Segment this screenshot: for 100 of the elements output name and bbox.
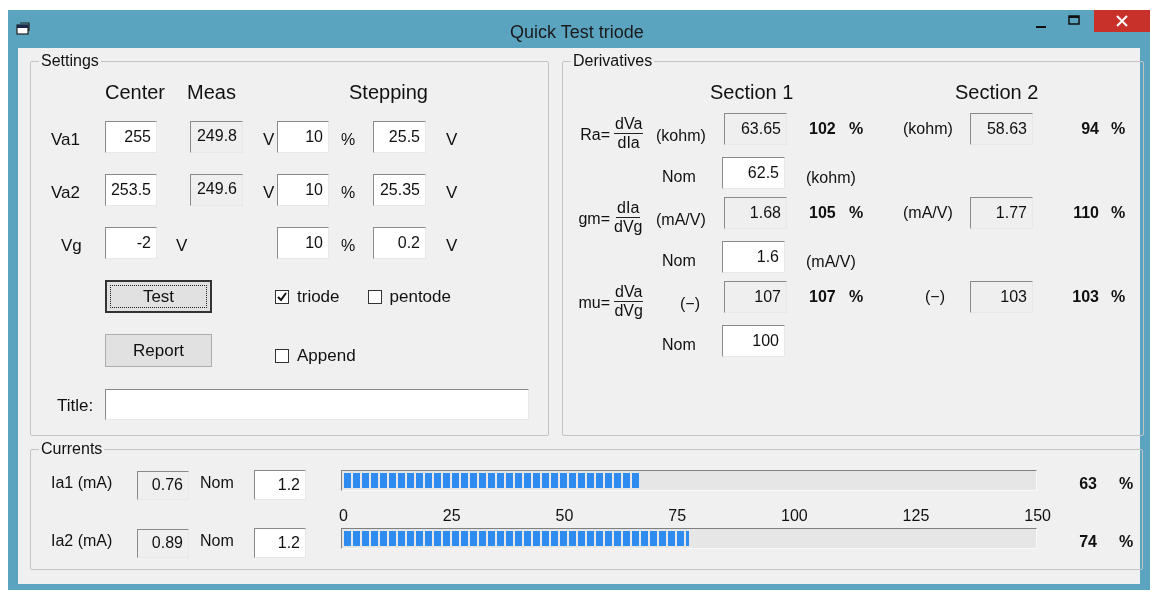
unit-label: V	[446, 182, 458, 205]
row-label: Va1	[51, 129, 80, 152]
percent-value: 105	[809, 203, 836, 223]
field-label: Title:	[57, 395, 94, 418]
unit-label: (kohm)	[806, 168, 856, 188]
unit-label: (−)	[925, 287, 945, 307]
input-field[interactable]: 25.35	[373, 174, 426, 206]
close-icon[interactable]	[1094, 10, 1150, 32]
checkbox-label[interactable]: pentode	[389, 283, 451, 310]
row-label: Ia1 (mA)	[51, 473, 113, 493]
readonly-field: 249.8	[190, 121, 243, 153]
fraction-denominator: dVg	[614, 301, 643, 320]
percent-sign: %	[849, 287, 864, 307]
fraction-denominator: dVg	[614, 217, 643, 236]
group-title: Derivatives	[572, 52, 654, 70]
column-header: Meas	[187, 80, 237, 104]
percent-sign: %	[1119, 532, 1134, 552]
row-label: Va2	[51, 182, 80, 205]
push-button[interactable]: Test	[105, 280, 212, 313]
window-title: Quick Test triode	[510, 21, 644, 44]
input-field[interactable]: 1.2	[254, 470, 306, 500]
app-icon	[16, 22, 30, 36]
input-field[interactable]: 1.6	[722, 241, 785, 273]
checkbox[interactable]	[367, 289, 382, 304]
fraction-numerator: dVa	[614, 114, 644, 134]
column-header: Stepping	[349, 80, 428, 104]
percent-value: 107	[809, 287, 836, 307]
scale-label: 75	[668, 506, 687, 526]
checkbox[interactable]	[275, 289, 289, 304]
unit-label: (mA/V)	[903, 203, 953, 223]
unit-label: (−)	[680, 294, 700, 314]
checkbox[interactable]	[275, 348, 289, 363]
push-button[interactable]: Report	[105, 334, 212, 368]
percent-value: 103	[1072, 287, 1099, 307]
percent-sign: %	[1111, 119, 1126, 139]
formula-label: gm=	[578, 209, 610, 229]
row-label: Ia2 (mA)	[51, 531, 113, 551]
formula-label: Ra=	[580, 125, 610, 145]
unit-label: %	[341, 236, 356, 256]
unit-label: (mA/V)	[806, 252, 856, 272]
input-field[interactable]: -2	[105, 227, 157, 259]
input-field[interactable]: 255	[105, 121, 157, 153]
readonly-field: 58.63	[970, 113, 1033, 145]
readonly-field: 0.76	[137, 470, 189, 500]
input-field[interactable]: 10	[277, 121, 329, 153]
field-label: Nom	[662, 167, 696, 187]
input-field[interactable]: 25.5	[373, 121, 426, 153]
checkbox-label[interactable]: Append	[297, 343, 356, 369]
readonly-field: 1.77	[970, 197, 1033, 229]
fraction-numerator: dVa	[614, 282, 644, 302]
input-field[interactable]: 100	[722, 325, 785, 357]
scale-label: 150	[1024, 506, 1051, 526]
section-header: Section 1	[710, 80, 795, 104]
percent-sign: %	[1111, 203, 1126, 223]
percent-sign: %	[849, 203, 864, 223]
input-field[interactable]: 10	[277, 174, 329, 206]
percent-value: 94	[1081, 119, 1099, 139]
unit-label: (mA/V)	[656, 210, 706, 230]
scale-label: 0	[339, 506, 348, 526]
fraction-numerator: dIa	[616, 198, 641, 218]
input-field[interactable]: 62.5	[722, 157, 785, 189]
unit-label: (kohm)	[656, 126, 706, 146]
percent-value: 102	[809, 119, 836, 139]
checkbox-label[interactable]: triode	[297, 283, 340, 310]
group-title: Currents	[40, 440, 104, 458]
scale-label: 50	[555, 506, 574, 526]
percent-sign: %	[1119, 474, 1134, 494]
input-field[interactable]: 253.5	[105, 174, 157, 206]
input-field[interactable]: 10	[277, 227, 329, 259]
scale-label: 100	[781, 506, 808, 526]
readonly-field: 63.65	[724, 113, 787, 145]
readonly-field: 107	[724, 281, 787, 313]
scale-label: 125	[902, 506, 930, 526]
unit-label: %	[341, 130, 356, 150]
percent-value: 63	[1079, 474, 1097, 494]
unit-label: V	[446, 235, 458, 258]
group-title: Settings	[40, 52, 100, 70]
unit-label: %	[341, 183, 356, 203]
field-label: Nom	[200, 531, 234, 551]
fraction-denominator: dIa	[617, 133, 640, 152]
percent-sign: %	[1111, 287, 1126, 307]
input-field[interactable]: 0.2	[373, 227, 426, 259]
input-field[interactable]: 1.2	[254, 528, 306, 558]
unit-label: V	[263, 182, 275, 205]
readonly-field: 103	[970, 281, 1033, 313]
readonly-field: 1.68	[724, 197, 787, 229]
maximize-icon[interactable]	[1068, 15, 1080, 25]
unit-label: V	[446, 129, 458, 152]
text-field[interactable]	[105, 388, 529, 420]
formula-label: mu=	[578, 293, 610, 313]
scale-label: 25	[442, 506, 461, 526]
field-label: Nom	[662, 335, 696, 355]
readonly-field: 0.89	[137, 528, 189, 558]
check-icon	[277, 291, 287, 302]
unit-label: V	[176, 235, 188, 258]
unit-label: (kohm)	[903, 119, 953, 139]
field-label: Nom	[200, 473, 234, 493]
readonly-field: 249.6	[190, 174, 243, 206]
field-label: Nom	[662, 251, 696, 271]
percent-value: 74	[1079, 532, 1097, 552]
